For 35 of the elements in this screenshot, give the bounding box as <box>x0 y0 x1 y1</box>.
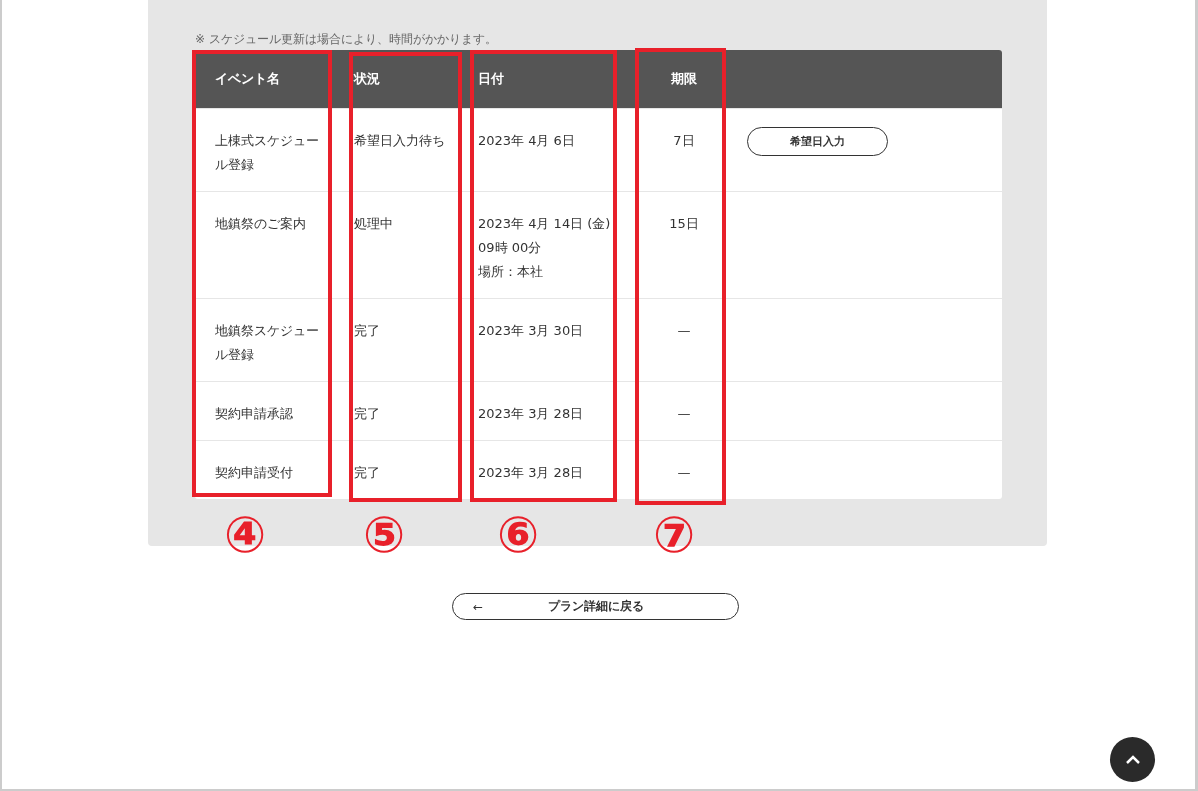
column-header: イベント名 <box>215 71 280 86</box>
chevron-up-icon <box>1124 754 1141 765</box>
annotation-number: ⑥ <box>497 505 540 565</box>
scroll-top-button[interactable] <box>1110 737 1155 782</box>
deadline-text: — <box>677 465 691 480</box>
annotation-number: ④ <box>224 505 267 565</box>
status-text: 完了 <box>354 406 380 421</box>
back-button[interactable]: ← プラン詳細に戻る <box>452 593 739 620</box>
event-name: 地鎮祭スケジュール登録 <box>215 323 319 362</box>
event-name: 地鎮祭のご案内 <box>215 216 306 231</box>
event-name: 上棟式スケジュール登録 <box>215 133 319 172</box>
status-text: 完了 <box>354 465 380 480</box>
column-header: 日付 <box>478 71 504 86</box>
date-text: 2023年 3月 28日 <box>478 405 585 423</box>
enter-date-button[interactable]: 希望日入力 <box>747 127 888 156</box>
date-text: 2023年 3月 30日 <box>478 322 585 340</box>
event-name: 契約申請受付 <box>215 465 293 480</box>
deadline-text: 7日 <box>673 133 695 148</box>
column-header: 状況 <box>354 71 380 86</box>
date-text: 2023年 3月 28日 <box>478 464 585 482</box>
annotation-number: ⑤ <box>363 505 406 565</box>
status-text: 希望日入力待ち <box>354 133 445 148</box>
date-text: 2023年 4月 14日 (金) <box>478 215 612 233</box>
status-text: 処理中 <box>354 216 393 231</box>
deadline-text: — <box>677 323 691 338</box>
date-text: 2023年 4月 6日 <box>478 132 576 150</box>
event-name: 契約申請承認 <box>215 406 293 421</box>
annotation-number: ⑦ <box>653 505 696 565</box>
date-text: 場所：本社 <box>478 263 544 281</box>
deadline-text: — <box>677 406 691 421</box>
date-text: 09時 00分 <box>478 239 543 257</box>
schedule-note: ※ スケジュール更新は場合により、時間がかかります。 <box>195 31 498 48</box>
deadline-text: 15日 <box>669 216 699 231</box>
column-header: 期限 <box>671 71 697 86</box>
status-text: 完了 <box>354 323 380 338</box>
